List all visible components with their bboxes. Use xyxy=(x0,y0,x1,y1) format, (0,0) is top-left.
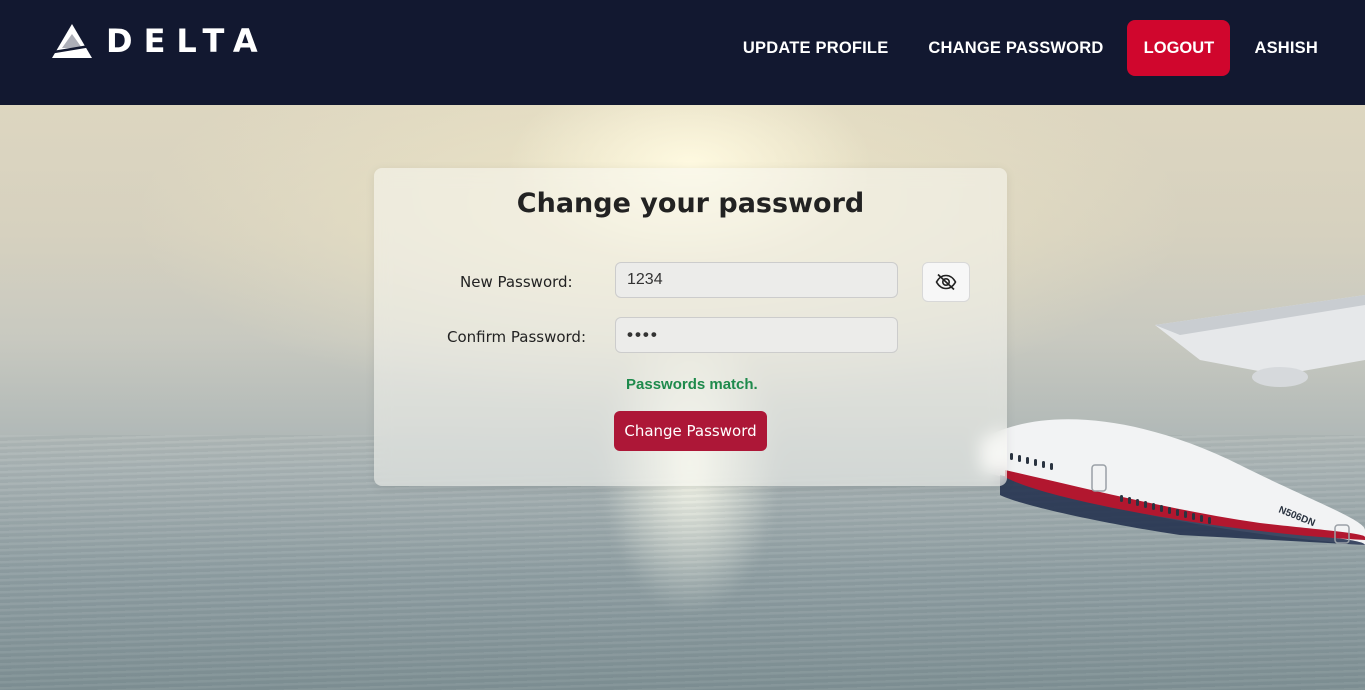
confirm-password-label: Confirm Password: xyxy=(447,328,587,346)
eye-off-icon xyxy=(935,273,957,291)
brand-name: DELTA xyxy=(106,22,269,60)
airplane-image: N506DN xyxy=(980,295,1365,545)
new-password-label: New Password: xyxy=(460,273,573,291)
nav-update-profile[interactable]: UPDATE PROFILE xyxy=(743,39,889,58)
confirm-password-input[interactable]: •••• xyxy=(615,317,898,353)
main-nav: UPDATE PROFILE CHANGE PASSWORD LOGOUT AS… xyxy=(743,20,1318,76)
top-navbar: DELTA UPDATE PROFILE CHANGE PASSWORD LOG… xyxy=(0,0,1365,105)
change-password-card: Change your password New Password: 1234 … xyxy=(374,168,1007,486)
password-match-message: Passwords match. xyxy=(626,376,758,393)
page-title: Change your password xyxy=(516,188,865,219)
delta-logo[interactable]: DELTA xyxy=(52,22,269,60)
new-password-input[interactable]: 1234 xyxy=(615,262,898,298)
delta-widget-icon xyxy=(52,24,92,58)
change-password-button[interactable]: Change Password xyxy=(614,411,767,451)
logout-button[interactable]: LOGOUT xyxy=(1127,20,1231,76)
nav-change-password[interactable]: CHANGE PASSWORD xyxy=(928,39,1103,58)
nav-user-name[interactable]: ASHISH xyxy=(1254,39,1318,58)
toggle-password-visibility-button[interactable] xyxy=(922,262,970,302)
